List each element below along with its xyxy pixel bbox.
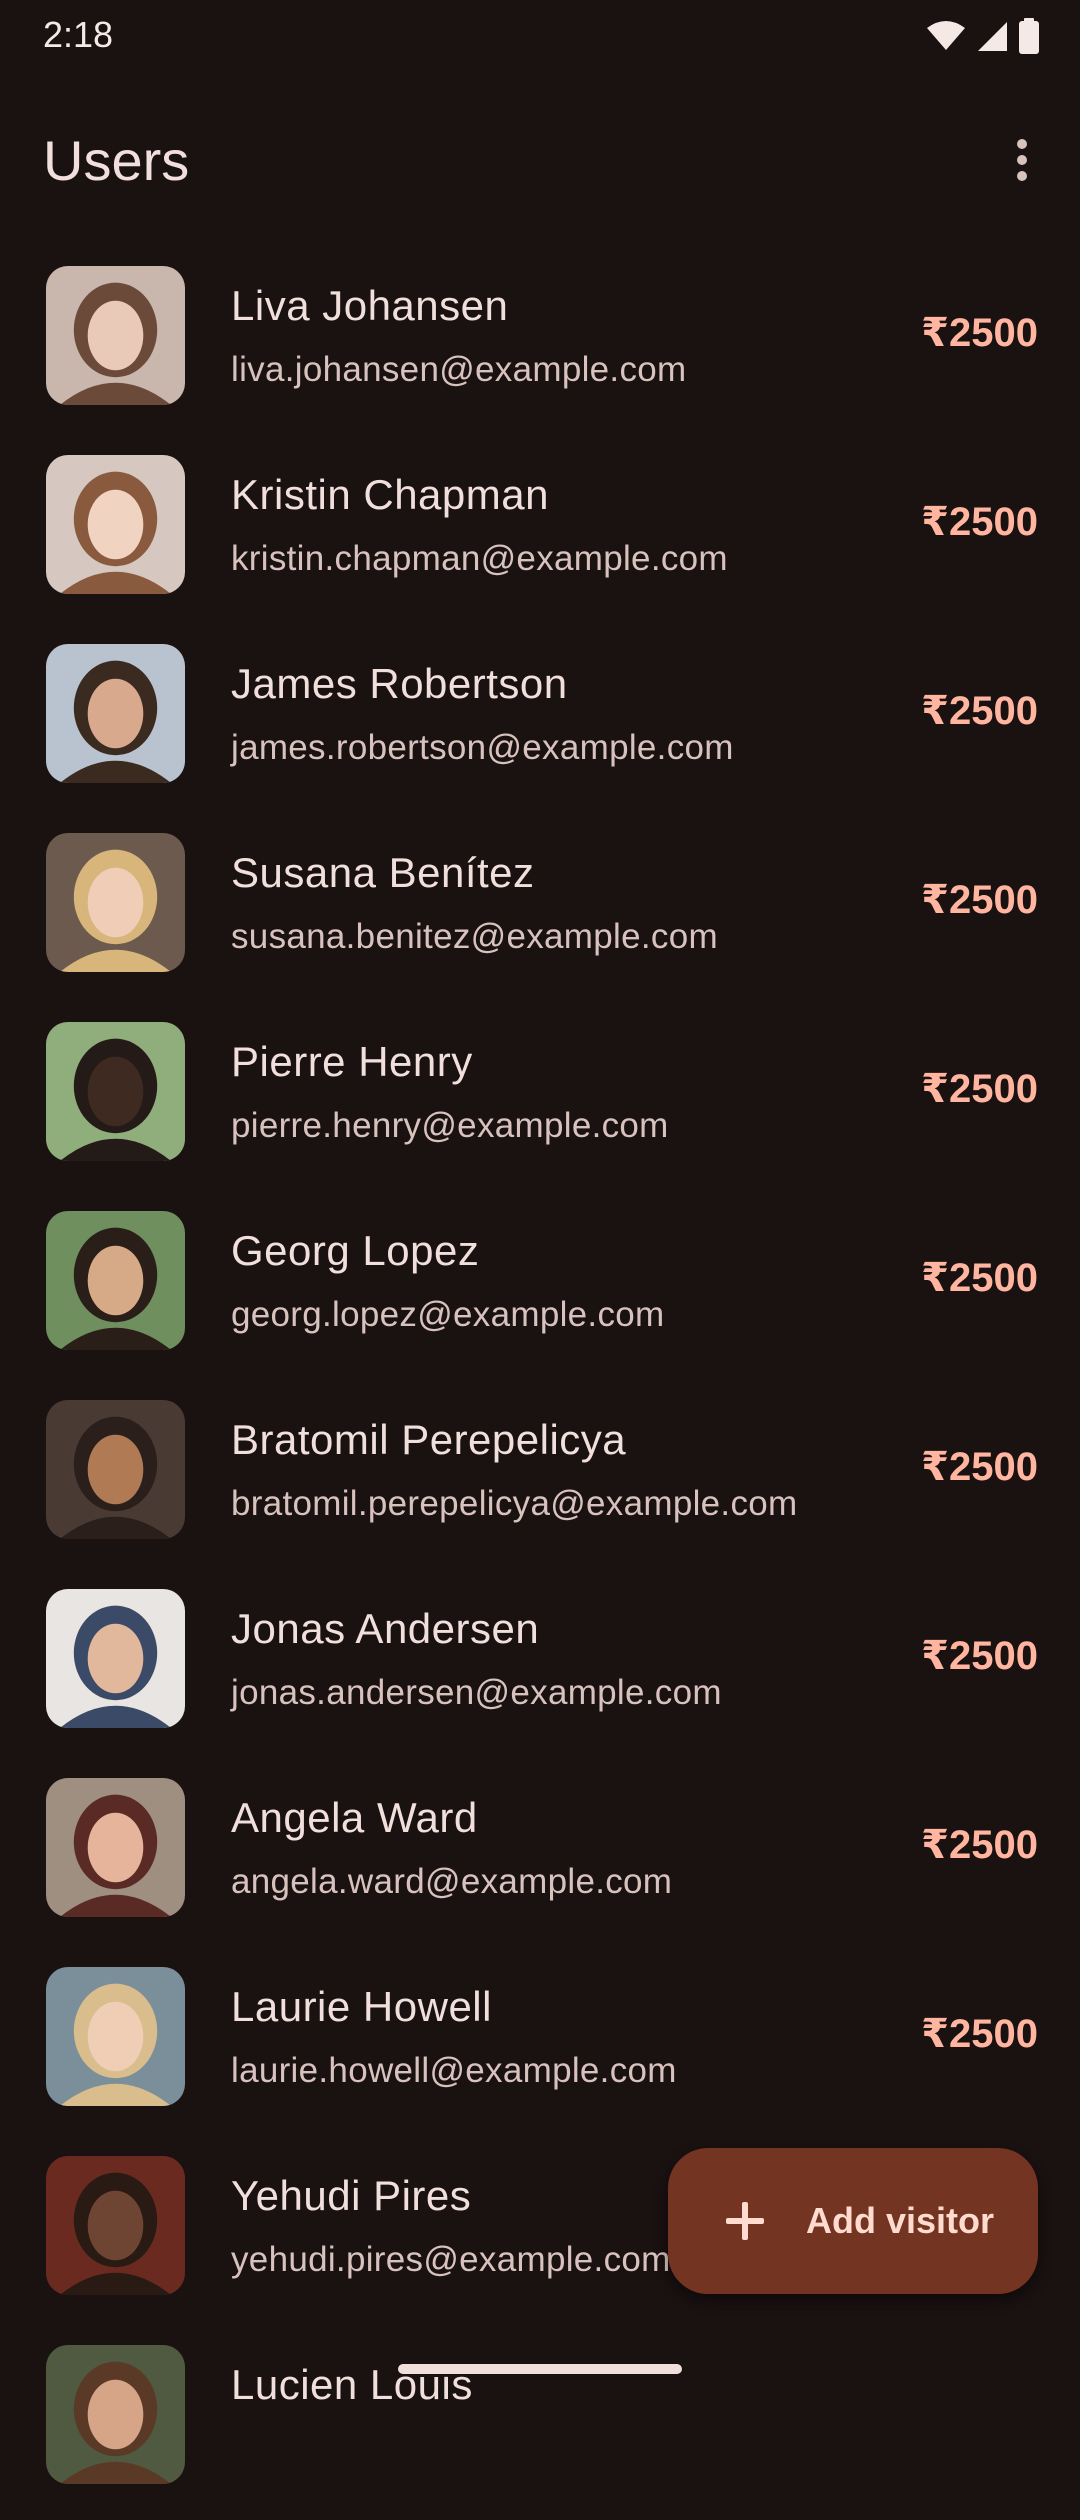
- user-amount: ₹2500: [921, 1445, 1038, 1489]
- user-list-item[interactable]: Kristin Chapman kristin.chapman@example.c…: [0, 441, 1080, 630]
- more-vert-icon: [1017, 139, 1027, 181]
- user-name: Jonas Andersen: [231, 1605, 540, 1652]
- user-email: james.robertson@example.com: [231, 728, 734, 767]
- user-avatar: [46, 455, 185, 594]
- user-avatar: [46, 1211, 185, 1350]
- user-email: kristin.chapman@example.com: [231, 539, 728, 578]
- user-amount: ₹2500: [921, 1634, 1038, 1678]
- user-list-item[interactable]: Angela Ward angela.ward@example.com ₹2500: [0, 1764, 1080, 1953]
- user-list-item[interactable]: Laurie Howell laurie.howell@example.com ₹2…: [0, 1953, 1080, 2142]
- user-list-item[interactable]: Jonas Andersen jonas.andersen@example.com…: [0, 1575, 1080, 1764]
- user-name: Bratomil Perepelicya: [231, 1416, 627, 1463]
- avatar-photo: [46, 1967, 185, 2106]
- user-list-item[interactable]: Lucien Louis: [0, 2331, 1080, 2520]
- add-icon: [726, 2202, 764, 2240]
- user-email: bratomil.perepelicya@example.com: [231, 1484, 798, 1523]
- avatar-photo: [46, 1589, 185, 1728]
- page-title: Users: [43, 129, 190, 192]
- user-name: James Robertson: [231, 660, 568, 707]
- user-email: yehudi.pires@example.com: [231, 2240, 671, 2279]
- user-email: pierre.henry@example.com: [231, 1106, 669, 1145]
- user-amount: ₹2500: [921, 1256, 1038, 1300]
- user-list-item[interactable]: Liva Johansen liva.johansen@example.com ₹2…: [0, 252, 1080, 441]
- user-amount: ₹2500: [921, 1823, 1038, 1867]
- add-visitor-label: Add visitor: [806, 2200, 995, 2241]
- wifi-icon: [927, 21, 965, 50]
- user-name: Susana Benítez: [231, 849, 535, 896]
- user-avatar: [46, 833, 185, 972]
- user-name: Angela Ward: [231, 1794, 478, 1841]
- battery-icon: [1019, 18, 1039, 54]
- user-name: Georg Lopez: [231, 1227, 480, 1274]
- user-email: angela.ward@example.com: [231, 1862, 673, 1901]
- avatar-photo: [46, 644, 185, 783]
- user-name: Kristin Chapman: [231, 471, 549, 518]
- user-email: susana.benitez@example.com: [231, 917, 718, 956]
- user-name: Pierre Henry: [231, 1038, 473, 1085]
- user-amount: ₹2500: [921, 1067, 1038, 1111]
- user-avatar: [46, 1778, 185, 1917]
- user-avatar: [46, 1589, 185, 1728]
- gesture-handle[interactable]: [398, 2364, 682, 2374]
- user-avatar: [46, 1967, 185, 2106]
- cellular-signal-icon: [978, 22, 1007, 51]
- avatar-photo: [46, 2156, 185, 2295]
- user-list-item[interactable]: Susana Benítez susana.benitez@example.com…: [0, 819, 1080, 1008]
- user-avatar: [46, 2156, 185, 2295]
- user-avatar: [46, 1022, 185, 1161]
- user-list-item[interactable]: Georg Lopez georg.lopez@example.com ₹2500: [0, 1197, 1080, 1386]
- avatar-photo: [46, 455, 185, 594]
- user-amount: ₹2500: [921, 311, 1038, 355]
- status-icons: [926, 18, 1040, 54]
- avatar-photo: [46, 266, 185, 405]
- user-list-item[interactable]: James Robertson james.robertson@example.c…: [0, 630, 1080, 819]
- status-time: 2:18: [43, 14, 114, 55]
- user-name: Yehudi Pires: [231, 2172, 472, 2219]
- add-visitor-button[interactable]: Add visitor: [668, 2148, 1038, 2294]
- user-email: georg.lopez@example.com: [231, 1295, 665, 1334]
- user-amount: ₹2500: [921, 878, 1038, 922]
- user-email: liva.johansen@example.com: [231, 350, 687, 389]
- user-avatar: [46, 1400, 185, 1539]
- top-app-bar: Users: [0, 100, 1080, 220]
- user-avatar: [46, 644, 185, 783]
- avatar-photo: [46, 1022, 185, 1161]
- user-list-item[interactable]: Pierre Henry pierre.henry@example.com ₹250…: [0, 1008, 1080, 1197]
- user-avatar: [46, 2345, 185, 2484]
- avatar-photo: [46, 1211, 185, 1350]
- avatar-photo: [46, 833, 185, 972]
- user-amount: ₹2500: [921, 500, 1038, 544]
- user-amount: ₹2500: [921, 2012, 1038, 2056]
- user-list-item[interactable]: Bratomil Perepelicya bratomil.perepelicya…: [0, 1386, 1080, 1575]
- more-options-button[interactable]: [982, 120, 1062, 200]
- status-bar: 2:18: [0, 0, 1080, 72]
- avatar-photo: [46, 1400, 185, 1539]
- user-name: Liva Johansen: [231, 282, 509, 329]
- user-email: jonas.andersen@example.com: [231, 1673, 722, 1712]
- user-avatar: [46, 266, 185, 405]
- avatar-photo: [46, 2345, 185, 2484]
- user-name: Laurie Howell: [231, 1983, 492, 2030]
- user-email: laurie.howell@example.com: [231, 2051, 677, 2090]
- avatar-photo: [46, 1778, 185, 1917]
- user-amount: ₹2500: [921, 689, 1038, 733]
